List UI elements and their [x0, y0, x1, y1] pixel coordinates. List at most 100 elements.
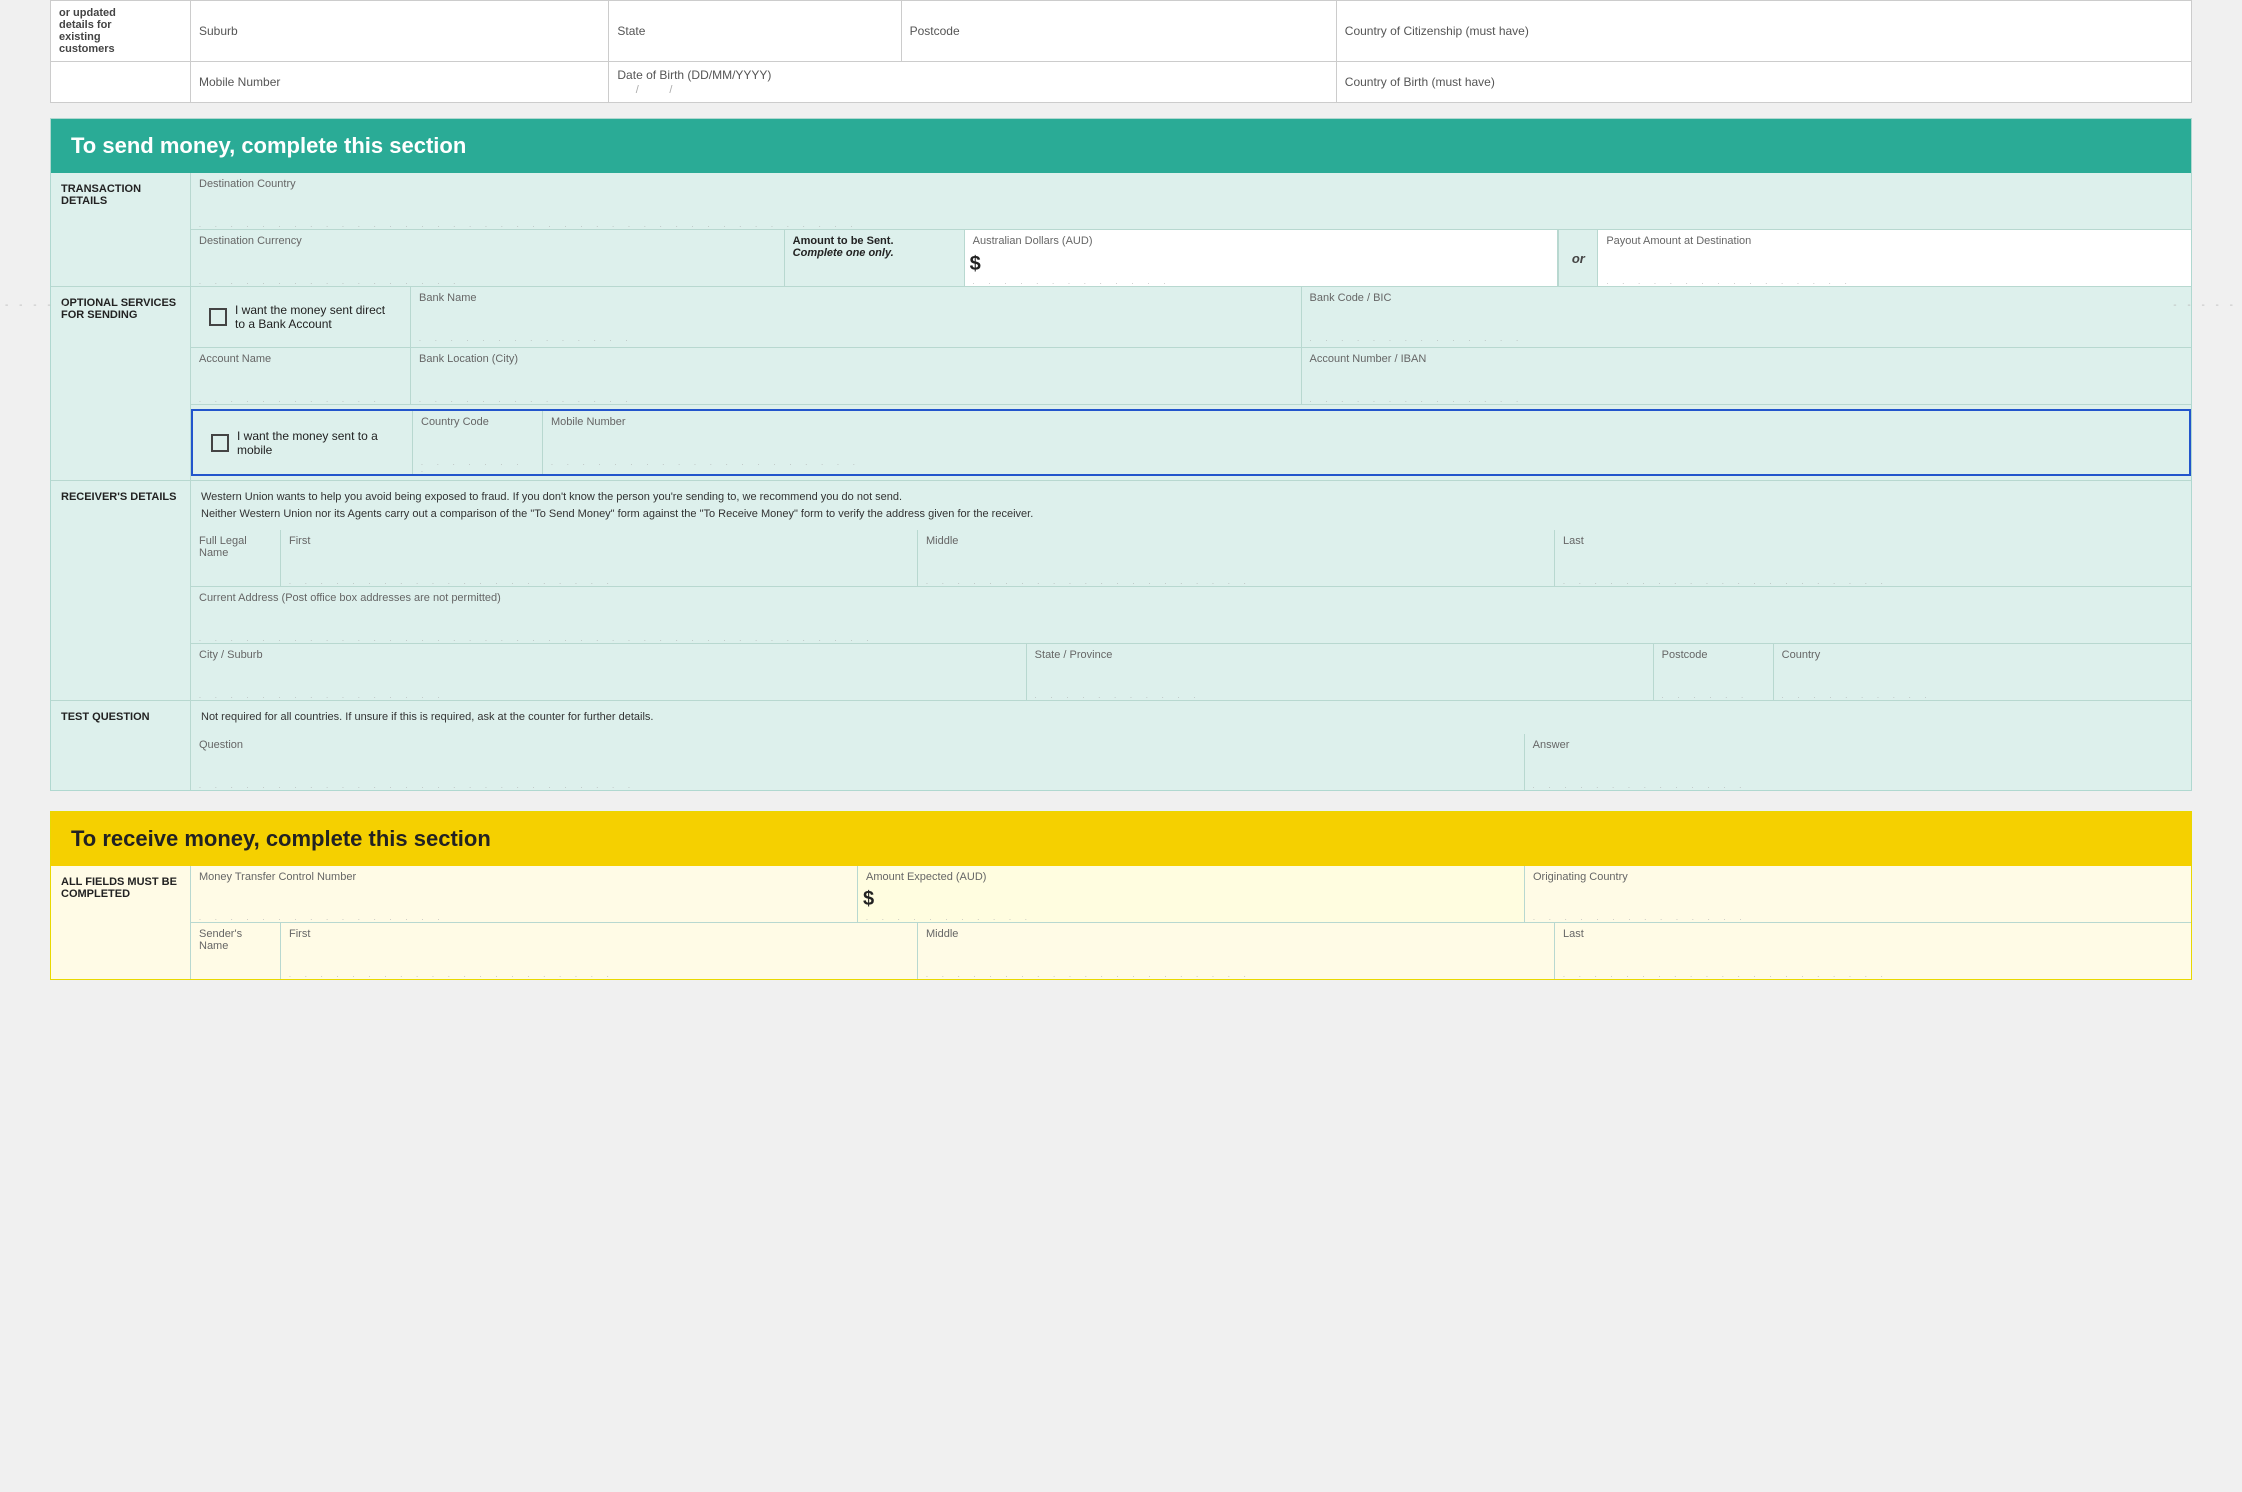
first-name-input[interactable]: [281, 549, 917, 579]
full-legal-name-cell: Full Legal Name: [191, 530, 281, 586]
amount-expected-cell: Amount Expected (AUD) $ . . . . . . . . …: [858, 866, 1525, 922]
state-province-input[interactable]: [1027, 663, 1653, 693]
last-name-label: Last: [1555, 530, 2191, 549]
country-ruler: . . . . . . . . . .: [1774, 693, 2191, 700]
current-address-input[interactable]: [191, 606, 2191, 636]
mtcn-cell: Money Transfer Control Number . . . . . …: [191, 866, 858, 922]
bank-name-input[interactable]: [411, 306, 1301, 336]
sender-last-cell: Last . . . . . . . . . . . . . . . . . .…: [1555, 923, 2191, 979]
answer-input[interactable]: [1525, 753, 2191, 783]
bank-code-cell: Bank Code / BIC . . . . . . . . . . . . …: [1302, 287, 2192, 347]
optional-services-content: I want the money sent direct to a Bank A…: [191, 287, 2191, 480]
destination-currency-input[interactable]: [191, 249, 784, 279]
mobile-field-top: Mobile Number: [191, 62, 609, 103]
last-name-ruler: . . . . . . . . . . . . . . . . . . . . …: [1555, 579, 2191, 586]
country-code-input[interactable]: [413, 430, 542, 460]
amount-expected-ruler: . . . . . . . . . . .: [858, 915, 1524, 922]
sender-first-input[interactable]: [281, 942, 917, 972]
bank-code-ruler: . . . . . . . . . . . . . .: [1302, 336, 2192, 343]
mobile-checkbox-cell: I want the money sent to a mobile: [193, 411, 413, 474]
full-legal-name-label: Full Legal Name: [191, 530, 280, 561]
postcode-label-top: Postcode: [910, 24, 960, 38]
last-name-cell: Last . . . . . . . . . . . . . . . . . .…: [1555, 530, 2191, 586]
country-citizenship-label: Country of Citizenship (must have): [1345, 24, 1529, 38]
last-name-input[interactable]: [1555, 549, 2191, 579]
destination-country-row: Destination Country . . . . . . . . . . …: [191, 173, 2191, 230]
send-money-section: To send money, complete this section TRA…: [50, 118, 2192, 791]
account-number-input[interactable]: [1302, 367, 2192, 397]
send-section-header: To send money, complete this section: [51, 119, 2191, 173]
senders-name-cell: Sender's Name: [191, 923, 281, 979]
account-number-label: Account Number / IBAN: [1302, 348, 2192, 367]
amount-sent-label: Amount to be Sent. Complete one only.: [785, 230, 964, 261]
payout-amount-input[interactable]: [1598, 249, 2191, 279]
mobile-checkbox-row: I want the money sent to a mobile: [201, 421, 404, 465]
payout-amount-label: Payout Amount at Destination: [1598, 230, 2191, 249]
sender-last-ruler: . . . . . . . . . . . . . . . . . . . . …: [1555, 972, 2191, 979]
receive-header-text: To receive money, complete this section: [71, 826, 491, 851]
bank-checkbox-row: I want the money sent direct to a Bank A…: [199, 295, 402, 339]
mobile-fields-row: I want the money sent to a mobile Countr…: [193, 411, 2189, 474]
current-address-label: Current Address (Post office box address…: [191, 587, 2191, 606]
payout-amount-cell: Payout Amount at Destination . . . . . .…: [1598, 230, 2191, 286]
sender-middle-label: Middle: [918, 923, 1554, 942]
dob-label: Date of Birth (DD/MM/YYYY): [617, 68, 771, 82]
sender-middle-cell: Middle . . . . . . . . . . . . . . . . .…: [918, 923, 1555, 979]
answer-cell: Answer . . . . . . . . . . . . . .: [1525, 734, 2191, 790]
state-province-cell: State / Province . . . . . . . . . . .: [1027, 644, 1654, 700]
mobile-checkbox[interactable]: [211, 434, 229, 452]
state-province-ruler: . . . . . . . . . . .: [1027, 693, 1653, 700]
sender-middle-input[interactable]: [918, 942, 1554, 972]
mtcn-input[interactable]: [191, 885, 857, 915]
bank-code-input[interactable]: [1302, 306, 2192, 336]
transaction-details-row: TRANSACTION DETAILS Destination Country …: [51, 173, 2191, 287]
destination-currency-label: Destination Currency: [191, 230, 784, 249]
mobile-number-input[interactable]: [543, 430, 2189, 460]
country-input[interactable]: [1774, 663, 2191, 693]
margin-dashes-right: - - - - -: [2173, 300, 2237, 311]
senders-name-label: Sender's Name: [191, 923, 280, 954]
originating-country-input[interactable]: [1525, 885, 2191, 915]
bank-location-label: Bank Location (City): [411, 348, 1301, 367]
destination-country-input[interactable]: [191, 192, 2191, 222]
middle-name-label: Middle: [918, 530, 1554, 549]
bank-name-ruler: . . . . . . . . . . . . . .: [411, 336, 1301, 343]
account-name-input[interactable]: [191, 367, 410, 397]
bank-location-ruler: . . . . . . . . . . . . . .: [411, 397, 1301, 404]
mobile-label-top: Mobile Number: [199, 75, 280, 89]
aud-amount-cell: Australian Dollars (AUD) $ . . . . . . .…: [965, 230, 1559, 286]
first-name-label: First: [281, 530, 917, 549]
city-suburb-cell: City / Suburb . . . . . . . . . . . . . …: [191, 644, 1027, 700]
bank-account-fields-row: I want the money sent direct to a Bank A…: [191, 287, 2191, 348]
account-name-label: Account Name: [191, 348, 410, 367]
originating-country-ruler: . . . . . . . . . . . . . .: [1525, 915, 2191, 922]
receivers-details-label: RECEIVER'S DETAILS: [51, 481, 191, 700]
state-province-label: State / Province: [1027, 644, 1653, 663]
bank-location-input[interactable]: [411, 367, 1301, 397]
aud-amount-input[interactable]: [986, 249, 1558, 279]
originating-country-cell: Originating Country . . . . . . . . . . …: [1525, 866, 2191, 922]
or-separator: or: [1558, 230, 1598, 286]
postcode-cell: Postcode . . . . . .: [1654, 644, 1774, 700]
question-input[interactable]: [191, 753, 1524, 783]
city-suburb-ruler: . . . . . . . . . . . . . . . .: [191, 693, 1026, 700]
state-label: State: [617, 24, 645, 38]
bank-account-checkbox[interactable]: [209, 308, 227, 326]
country-code-cell: Country Code . . . . . . . .: [413, 411, 543, 474]
country-birth-label: Country of Birth (must have): [1345, 75, 1495, 89]
amount-expected-input[interactable]: [879, 885, 1524, 915]
bank-location-cell: Bank Location (City) . . . . . . . . . .…: [411, 348, 1302, 404]
receive-section-header: To receive money, complete this section: [51, 812, 2191, 866]
send-header-text: To send money, complete this section: [71, 133, 466, 158]
country-code-ruler: . . . . . . . .: [413, 460, 542, 474]
aud-ruler: . . . . . . . . . . . . .: [965, 279, 1558, 286]
postcode-ruler: . . . . . .: [1654, 693, 1773, 700]
sender-name-row: Sender's Name First . . . . . . . . . . …: [191, 923, 2191, 979]
sender-first-cell: First . . . . . . . . . . . . . . . . . …: [281, 923, 918, 979]
city-suburb-input[interactable]: [191, 663, 1026, 693]
middle-name-input[interactable]: [918, 549, 1554, 579]
postcode-input[interactable]: [1654, 663, 1773, 693]
sender-last-input[interactable]: [1555, 942, 2191, 972]
question-cell: Question . . . . . . . . . . . . . . . .…: [191, 734, 1525, 790]
question-answer-row: Question . . . . . . . . . . . . . . . .…: [191, 734, 2191, 790]
